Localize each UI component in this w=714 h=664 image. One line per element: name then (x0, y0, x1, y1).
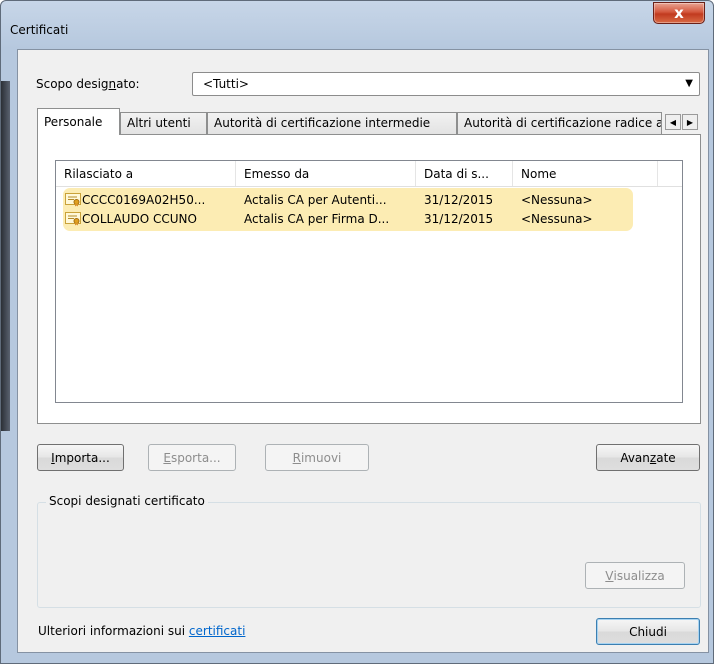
cell-issued-by: Actalis CA per Autenti... (244, 193, 387, 207)
background-window-edge (1, 81, 10, 431)
column-header-issued-to[interactable]: Rilasciato a (56, 161, 236, 186)
scope-selected-value: <Tutti> (203, 77, 249, 91)
certificate-list[interactable]: Rilasciato a Emesso da Data di s... Nome… (55, 160, 683, 403)
window-title: Certificati (10, 23, 69, 37)
cell-issued-to: CCCC0169A02H50... (82, 193, 206, 207)
list-header: Rilasciato a Emesso da Data di s... Nome (56, 161, 682, 187)
cell-name: <Nessuna> (521, 193, 593, 207)
dialog-client-area: Scopo designato: <Tutti> ▼ Personale Alt… (17, 49, 709, 653)
scope-dropdown[interactable]: <Tutti> ▼ (192, 72, 700, 96)
tab-panel: Rilasciato a Emesso da Data di s... Nome… (37, 134, 701, 424)
view-button[interactable]: Visualizza (585, 562, 685, 589)
certificates-link[interactable]: certificati (189, 624, 246, 638)
dialog-window: Certificati x Scopo designato: <Tutti> ▼… (0, 0, 714, 664)
close-window-button[interactable]: x (653, 2, 705, 24)
column-header-name[interactable]: Nome (513, 161, 658, 186)
certificate-purposes-group (37, 502, 701, 608)
tab-personale[interactable]: Personale (37, 108, 120, 135)
certificate-purposes-title: Scopi designati certificato (46, 494, 208, 508)
more-info-text: Ulteriori informazioni sui certificati (38, 624, 246, 638)
cell-issued-to: COLLAUDO CCUNO (82, 212, 197, 226)
column-header-expiration[interactable]: Data di s... (416, 161, 513, 186)
tab-scroll-right-icon[interactable]: ▶ (682, 114, 698, 130)
cell-date: 31/12/2015 (424, 212, 494, 226)
tab-altri-utenti[interactable]: Altri utenti (120, 112, 207, 134)
close-icon: x (674, 4, 684, 22)
certificate-icon (65, 212, 81, 226)
chevron-down-icon: ▼ (685, 78, 693, 89)
close-button[interactable]: Chiudi (596, 618, 700, 645)
cell-name: <Nessuna> (521, 212, 593, 226)
export-button[interactable]: Esporta... (148, 444, 236, 471)
import-button[interactable]: Importa... (37, 444, 124, 471)
remove-button[interactable]: Rimuovi (265, 444, 369, 471)
cell-date: 31/12/2015 (424, 193, 494, 207)
table-row[interactable]: COLLAUDO CCUNO Actalis CA per Firma D...… (56, 210, 682, 229)
scope-label: Scopo designato: (36, 77, 140, 91)
advanced-button[interactable]: Avan z ate (596, 444, 700, 471)
tab-strip: Personale Altri utenti Autorità di certi… (37, 108, 701, 135)
tab-scroll-left-icon[interactable]: ◀ (665, 114, 681, 130)
tab-intermediate-ca[interactable]: Autorità di certificazione intermedie (207, 112, 457, 134)
certificate-icon (65, 193, 81, 207)
table-row[interactable]: CCCC0169A02H50... Actalis CA per Autenti… (56, 191, 682, 210)
tab-root-ca[interactable]: Autorità di certificazione radice attend… (457, 112, 662, 134)
column-header-issued-by[interactable]: Emesso da (236, 161, 416, 186)
cell-issued-by: Actalis CA per Firma D... (244, 212, 390, 226)
